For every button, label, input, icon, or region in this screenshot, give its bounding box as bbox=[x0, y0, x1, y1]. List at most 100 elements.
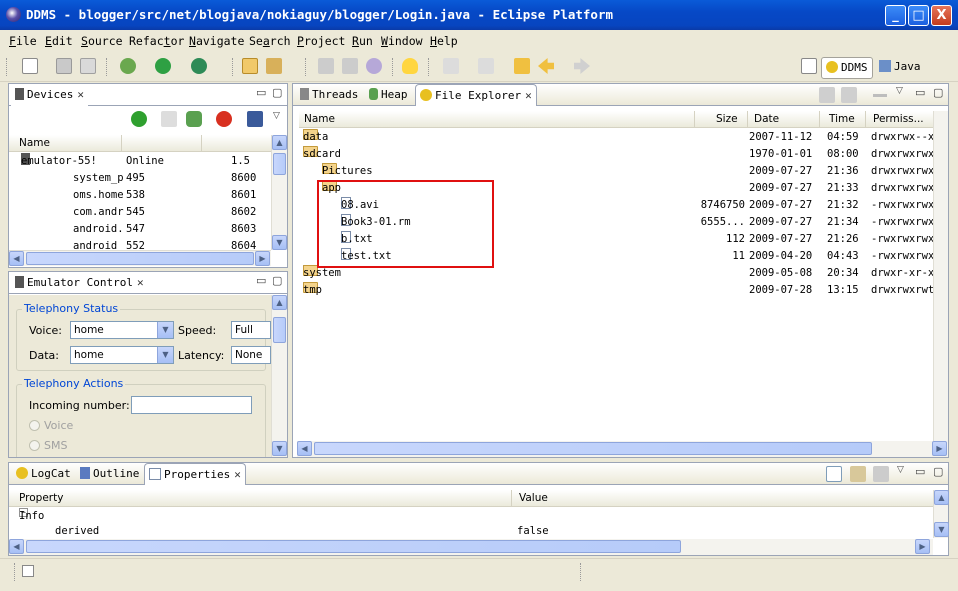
update-threads-icon[interactable] bbox=[161, 111, 177, 127]
file-vscroll[interactable] bbox=[933, 111, 948, 441]
perspective-ddms[interactable]: DDMS bbox=[821, 57, 873, 79]
data-select[interactable]: home ▼ bbox=[70, 346, 174, 364]
minimize-view-icon[interactable]: ▭ bbox=[915, 465, 925, 478]
device-row[interactable]: com.andr 545 8602 bbox=[9, 204, 271, 221]
file-row[interactable]: +tmp2009-07-2813:15drwxrwxrwt bbox=[299, 282, 933, 299]
col-size[interactable]: Size bbox=[716, 111, 738, 127]
push-file-icon[interactable] bbox=[841, 87, 857, 103]
view-menu-icon[interactable]: ▽ bbox=[897, 465, 904, 475]
scroll-right-icon[interactable]: ▶ bbox=[915, 539, 930, 554]
last-edit-icon[interactable] bbox=[514, 58, 530, 74]
property-row[interactable]: derived false bbox=[9, 523, 933, 540]
scroll-up-icon[interactable]: ▲ bbox=[272, 295, 287, 310]
debug-process-icon[interactable] bbox=[131, 111, 147, 127]
latency-select[interactable]: None bbox=[231, 346, 271, 364]
pen-icon[interactable] bbox=[342, 58, 358, 74]
next-annotation-icon[interactable] bbox=[443, 58, 459, 74]
open-type-icon[interactable] bbox=[266, 58, 282, 74]
col-property[interactable]: Property bbox=[19, 490, 63, 506]
delete-icon[interactable] bbox=[873, 94, 887, 97]
device-row[interactable]: oms.home 538 8601 bbox=[9, 187, 271, 204]
maximize-view-icon[interactable]: ▢ bbox=[272, 274, 282, 287]
file-row[interactable]: −sdcard1970-01-0108:00drwxrwxrwx bbox=[299, 146, 933, 163]
menu-item-3[interactable]: Refactor bbox=[129, 34, 184, 48]
open-perspective-icon[interactable] bbox=[801, 58, 817, 74]
scroll-left-icon[interactable]: ◀ bbox=[297, 441, 312, 456]
minimize-view-icon[interactable]: ▭ bbox=[915, 86, 925, 99]
close-tab-icon[interactable]: ✕ bbox=[137, 276, 144, 289]
show-advanced-icon[interactable] bbox=[850, 466, 866, 482]
devices-hscroll[interactable]: ◀ ▶ bbox=[9, 250, 271, 266]
properties-hscroll[interactable]: ◀ ▶ bbox=[9, 539, 933, 555]
menu-item-8[interactable]: Window bbox=[381, 34, 423, 48]
close-tab-icon[interactable]: ✕ bbox=[77, 88, 84, 101]
tab-file-explorer[interactable]: File Explorer ✕ bbox=[415, 84, 537, 106]
tab-threads[interactable]: Threads bbox=[296, 84, 362, 106]
menu-item-0[interactable]: File bbox=[9, 34, 37, 48]
scroll-left-icon[interactable]: ◀ bbox=[9, 539, 24, 554]
fast-view-icon[interactable] bbox=[22, 565, 34, 577]
chevron-down-icon[interactable]: ▼ bbox=[157, 347, 173, 363]
maximize-button[interactable]: □ bbox=[908, 5, 929, 26]
col-name[interactable]: Name bbox=[304, 111, 335, 127]
view-menu-icon[interactable]: ▽ bbox=[273, 111, 280, 121]
devices-vscroll[interactable]: ▲ ▼ bbox=[271, 135, 287, 250]
scroll-right-icon[interactable]: ▶ bbox=[932, 441, 947, 456]
device-row[interactable]: system_p 495 8600 bbox=[9, 170, 271, 187]
col-date[interactable]: Date bbox=[754, 111, 779, 127]
device-row[interactable]: android. 547 8603 bbox=[9, 221, 271, 238]
scroll-down-icon[interactable]: ▼ bbox=[272, 235, 287, 250]
col-name[interactable]: Name bbox=[19, 135, 50, 151]
close-tab-icon[interactable]: ✕ bbox=[525, 89, 532, 102]
scroll-down-icon[interactable]: ▼ bbox=[272, 441, 287, 456]
file-row[interactable]: +data2007-11-1204:59drwxrwx--x bbox=[299, 129, 933, 146]
update-heap-icon[interactable] bbox=[186, 111, 202, 127]
new-icon[interactable] bbox=[22, 58, 38, 74]
minimize-view-icon[interactable]: ▭ bbox=[256, 86, 266, 99]
run-icon[interactable] bbox=[155, 58, 171, 74]
tab-properties[interactable]: Properties ✕ bbox=[144, 463, 246, 485]
print-icon[interactable] bbox=[80, 58, 96, 74]
close-tab-icon[interactable]: ✕ bbox=[234, 468, 241, 481]
maximize-view-icon[interactable]: ▢ bbox=[933, 86, 943, 99]
col-value[interactable]: Value bbox=[519, 490, 548, 506]
device-row[interactable]: −emulator-55!Online1.5 bbox=[9, 153, 271, 170]
radio-sms[interactable]: SMS bbox=[29, 439, 67, 452]
scroll-right-icon[interactable]: ▶ bbox=[255, 251, 270, 266]
debug-icon[interactable] bbox=[120, 58, 136, 74]
device-row[interactable]: android 552 8604 bbox=[9, 238, 271, 249]
screen-capture-icon[interactable] bbox=[247, 111, 263, 127]
view-menu-icon[interactable]: ▽ bbox=[896, 86, 903, 96]
scroll-up-icon[interactable]: ▲ bbox=[934, 490, 949, 505]
menu-item-6[interactable]: Project bbox=[297, 34, 345, 48]
menu-item-4[interactable]: Navigate bbox=[189, 34, 244, 48]
tab-emulator-control[interactable]: Emulator Control ✕ bbox=[11, 272, 148, 294]
properties-vscroll[interactable]: ▲ ▼ bbox=[933, 490, 949, 538]
tab-heap[interactable]: Heap bbox=[365, 84, 412, 106]
prev-annotation-icon[interactable] bbox=[478, 58, 494, 74]
shapes-icon[interactable] bbox=[366, 58, 382, 74]
lightbulb-icon[interactable] bbox=[402, 58, 418, 74]
menu-item-7[interactable]: Run bbox=[352, 34, 373, 48]
radio-voice[interactable]: Voice bbox=[29, 419, 73, 432]
pull-file-icon[interactable] bbox=[819, 87, 835, 103]
incoming-number-input[interactable] bbox=[131, 396, 252, 414]
menu-item-9[interactable]: Help bbox=[430, 34, 458, 48]
emulator-vscroll[interactable]: ▲ ▼ bbox=[271, 295, 287, 457]
pin-icon[interactable] bbox=[318, 58, 334, 74]
minimize-button[interactable]: _ bbox=[885, 5, 906, 26]
menu-item-2[interactable]: Source bbox=[81, 34, 123, 48]
voice-select[interactable]: home ▼ bbox=[70, 321, 174, 339]
col-time[interactable]: Time bbox=[829, 111, 855, 127]
perspective-java[interactable]: Java bbox=[875, 57, 925, 79]
stop-process-icon[interactable] bbox=[216, 111, 232, 127]
chevron-down-icon[interactable]: ▼ bbox=[157, 322, 173, 338]
close-button[interactable]: X bbox=[931, 5, 952, 26]
menu-item-5[interactable]: Search bbox=[249, 34, 291, 48]
external-tools-icon[interactable] bbox=[191, 58, 207, 74]
maximize-view-icon[interactable]: ▢ bbox=[933, 465, 943, 478]
save-icon[interactable] bbox=[56, 58, 72, 74]
scroll-left-icon[interactable]: ◀ bbox=[9, 251, 24, 266]
tab-outline[interactable]: Outline bbox=[76, 463, 143, 485]
speed-select[interactable]: Full bbox=[231, 321, 271, 339]
